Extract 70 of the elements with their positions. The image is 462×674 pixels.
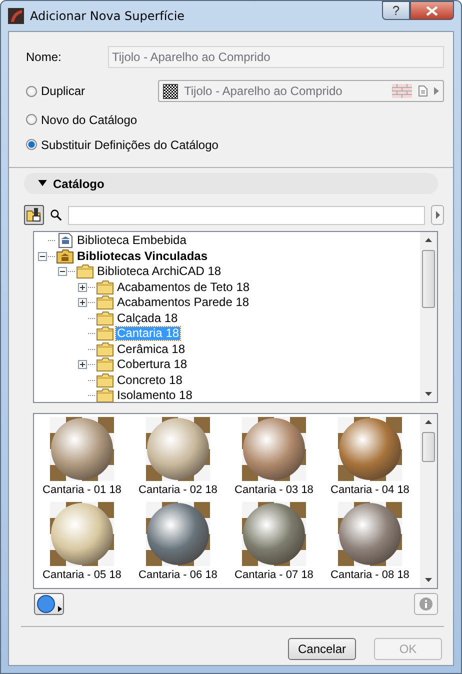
scrollbar[interactable] <box>420 232 437 402</box>
radio-button[interactable] <box>26 139 37 150</box>
info-icon <box>419 597 433 611</box>
tree-item[interactable]: Acabamentos de Teto 18 <box>116 280 251 294</box>
brick-pattern-icon <box>392 84 412 98</box>
surface-tile[interactable]: Cantaria - 08 18 <box>322 502 418 581</box>
scroll-thumb[interactable] <box>422 250 435 308</box>
tree-item[interactable]: Cerâmica 18 <box>116 342 186 356</box>
surface-tile[interactable]: Cantaria - 02 18 <box>130 417 226 496</box>
folder-icon <box>96 388 114 402</box>
preview-options-button[interactable] <box>34 593 64 615</box>
library-folder-button[interactable] <box>24 205 44 225</box>
search-field[interactable] <box>68 206 425 224</box>
tree-item[interactable]: Calçada 18 <box>116 312 179 325</box>
tree-toggle-icon[interactable] <box>78 282 87 292</box>
name-field[interactable]: Tijolo - Aparelho ao Comprido <box>108 46 444 68</box>
search-options-button[interactable] <box>431 205 444 225</box>
library-folder-icon <box>56 248 74 264</box>
tree-item[interactable]: Acabamentos Parede 18 <box>116 296 250 310</box>
tree-item[interactable]: Concreto 18 <box>116 374 184 387</box>
close-button[interactable] <box>410 1 454 20</box>
scroll-thumb[interactable] <box>422 432 435 462</box>
tree-item[interactable]: Biblioteca ArchiCAD 18 <box>96 265 222 278</box>
option-label: Duplicar <box>41 84 86 98</box>
scroll-up-icon[interactable] <box>425 420 432 424</box>
surface-tile[interactable]: Cantaria - 01 18 <box>34 417 130 496</box>
surface-tile[interactable]: Cantaria - 05 18 <box>34 502 130 581</box>
folder-icon <box>96 342 114 357</box>
folder-icon <box>96 372 114 388</box>
tree-item[interactable]: Biblioteca Embebida <box>76 234 188 248</box>
dialog-button[interactable]: Cancelar <box>288 638 356 660</box>
radio-button[interactable] <box>26 86 37 96</box>
scroll-down-icon[interactable] <box>425 392 432 396</box>
option-label: Novo do Catálogo <box>41 112 138 126</box>
help-button[interactable]: ? <box>382 1 410 20</box>
folder-icon <box>76 264 94 280</box>
caret-icon <box>436 211 440 219</box>
surface-tile[interactable]: Cantaria - 03 18 <box>226 417 322 496</box>
catalog-header[interactable]: Catálogo <box>24 173 438 194</box>
folder-icon <box>96 295 114 310</box>
surface-tile[interactable]: Cantaria - 07 18 <box>226 502 322 581</box>
tree-toggle-icon[interactable] <box>58 267 67 276</box>
close-icon <box>426 6 438 16</box>
search-icon <box>50 209 62 221</box>
tree-toggle-icon[interactable] <box>38 252 47 261</box>
tree-item[interactable]: Isolamento 18 <box>116 389 194 402</box>
info-button[interactable] <box>414 593 438 615</box>
document-icon <box>418 85 428 97</box>
caret-icon <box>434 87 439 95</box>
folder-icon <box>96 357 114 372</box>
option-label: Substituir Definições do Catálogo <box>41 138 218 152</box>
surface-dropdown[interactable]: Tijolo - Aparelho ao Comprido <box>158 80 444 102</box>
tree-item[interactable]: Cobertura 18 <box>116 358 188 372</box>
tree-item[interactable]: Bibliotecas Vinculadas <box>76 250 208 263</box>
tree-toggle-icon[interactable] <box>78 360 87 370</box>
window-title: Adicionar Nova Superfície <box>30 9 185 23</box>
surface-tile[interactable]: Cantaria - 04 18 <box>322 417 418 496</box>
name-label: Nome: <box>25 50 62 64</box>
folder-icon <box>96 310 114 326</box>
sphere-icon <box>36 594 62 614</box>
pattern-swatch-icon <box>163 84 178 98</box>
surface-tile[interactable]: Cantaria - 06 18 <box>130 502 226 581</box>
folder-icon <box>96 280 114 295</box>
scroll-down-icon[interactable] <box>425 578 432 582</box>
app-logo-icon <box>8 8 24 24</box>
folder-icon <box>96 326 114 342</box>
tree-toggle-icon[interactable] <box>78 298 87 308</box>
radio-button[interactable] <box>26 114 37 125</box>
scrollbar[interactable] <box>420 414 437 588</box>
scroll-up-icon[interactable] <box>425 238 432 242</box>
